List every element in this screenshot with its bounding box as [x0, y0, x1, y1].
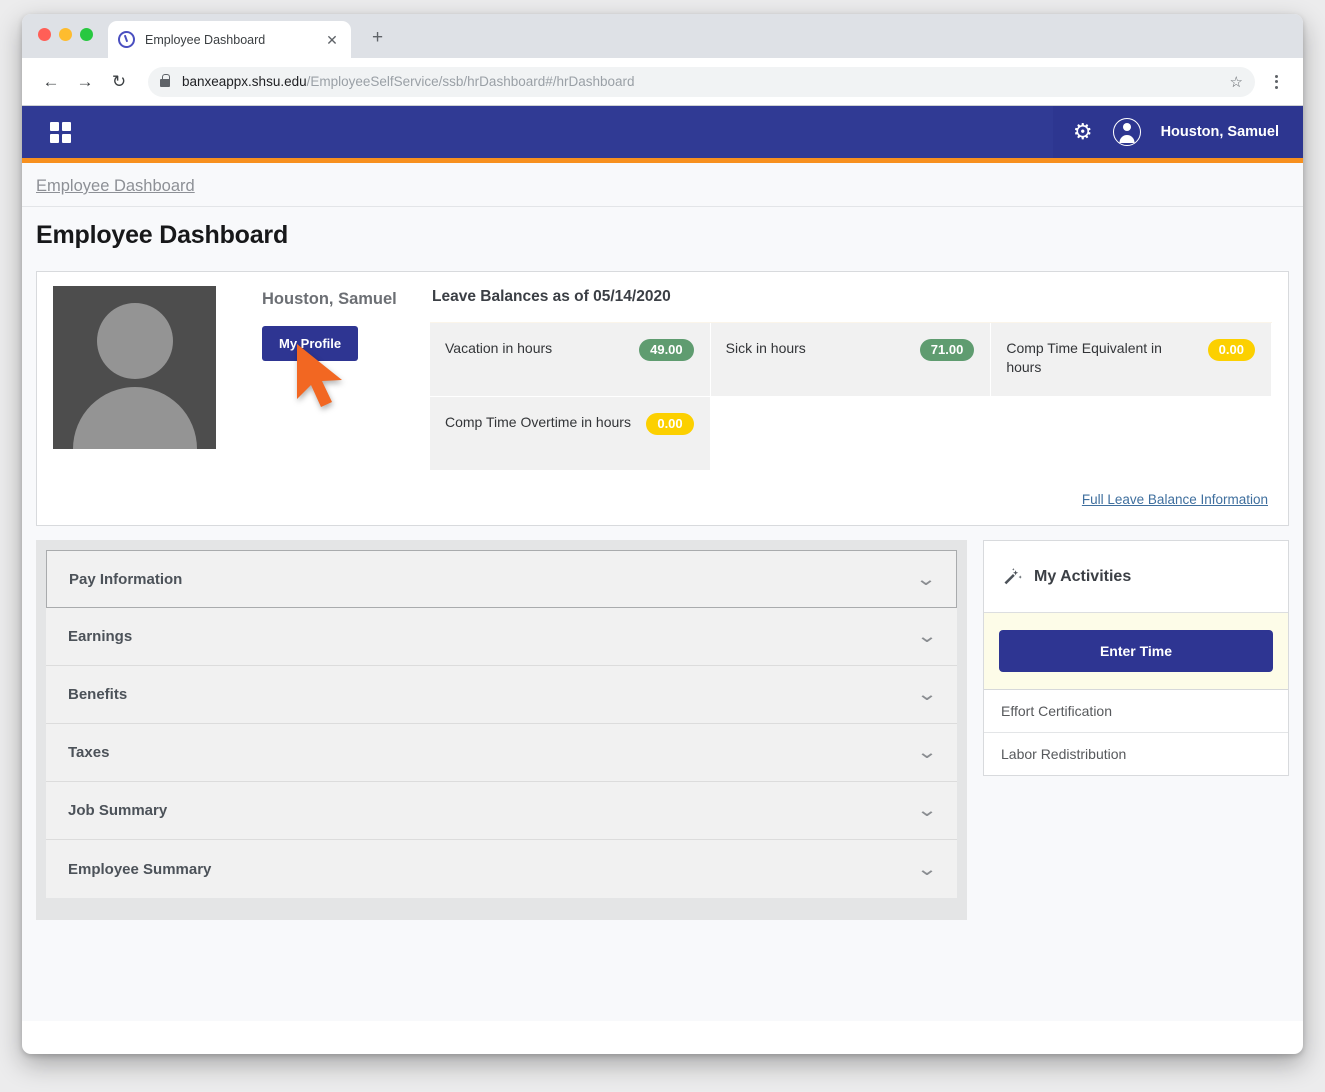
close-tab-icon[interactable]: ✕ [323, 31, 341, 49]
leave-label: Comp Time Equivalent in hours [1006, 339, 1199, 377]
bookmark-star-icon[interactable]: ☆ [1230, 73, 1243, 91]
leave-badge: 0.00 [646, 413, 693, 435]
accordion-item-label: Employee Summary [68, 861, 919, 878]
chevron-down-icon[interactable]: ⌄ [916, 860, 937, 879]
browser-menu-icon[interactable] [1263, 75, 1289, 89]
my-activities-header: My Activities [984, 541, 1288, 613]
avatar-head-shape [97, 303, 173, 379]
accordion-item-label: Job Summary [68, 802, 919, 819]
profile-identity: Houston, Samuel My Profile [216, 286, 424, 511]
address-bar[interactable]: banxeappx.shsu.edu/EmployeeSelfService/s… [148, 67, 1255, 97]
browser-window: Employee Dashboard ✕ + ← → ↻ banxeappx.s… [22, 14, 1303, 1054]
leave-label: Comp Time Overtime in hours [445, 413, 631, 432]
accordion-item-label: Benefits [68, 686, 919, 703]
accordion-item-earnings[interactable]: Earnings ⌄ [46, 608, 957, 666]
accordion-item-label: Earnings [68, 628, 919, 645]
enter-time-container: Enter Time [984, 613, 1288, 690]
accordion-item-benefits[interactable]: Benefits ⌄ [46, 666, 957, 724]
forward-button[interactable]: → [70, 67, 100, 97]
profile-name: Houston, Samuel [262, 290, 424, 309]
leave-badge: 71.00 [920, 339, 975, 361]
leave-cell-empty [711, 397, 992, 471]
leave-link-row: Full Leave Balance Information [430, 471, 1272, 509]
url-text: banxeappx.shsu.edu/EmployeeSelfService/s… [182, 74, 635, 89]
profile-photo [53, 286, 216, 449]
new-tab-button[interactable]: + [372, 28, 383, 47]
back-button[interactable]: ← [36, 67, 66, 97]
leave-badge: 49.00 [639, 339, 694, 361]
leave-cell-empty [991, 397, 1272, 471]
leave-label: Sick in hours [726, 339, 806, 358]
leave-balances-title: Leave Balances as of 05/14/2020 [432, 288, 1272, 306]
chevron-down-icon[interactable]: ⌄ [916, 801, 937, 820]
leave-cell: Comp Time Equivalent in hours 0.00 [991, 323, 1272, 397]
accordion-item-pay-information[interactable]: Pay Information ⌄ [46, 550, 957, 608]
accordion-list: Pay Information ⌄ Earnings ⌄ Benefits ⌄ … [46, 550, 957, 898]
accordion-item-label: Pay Information [69, 571, 918, 588]
leave-cell: Sick in hours 71.00 [711, 323, 992, 397]
breadcrumb-link-employee-dashboard[interactable]: Employee Dashboard [36, 177, 195, 195]
full-leave-balance-link[interactable]: Full Leave Balance Information [1082, 492, 1268, 507]
app-navbar: ⚙ Houston, Samuel [22, 106, 1303, 158]
maximize-window-button[interactable] [80, 28, 93, 41]
url-domain: banxeappx.shsu.edu [182, 74, 307, 89]
chevron-down-icon[interactable]: ⌄ [916, 685, 937, 704]
activity-link-labor-redistribution[interactable]: Labor Redistribution [984, 733, 1288, 775]
tab-title: Employee Dashboard [145, 33, 323, 47]
my-activities-panel: My Activities Enter Time Effort Certific… [983, 540, 1289, 776]
chevron-down-icon[interactable]: ⌄ [916, 627, 937, 646]
app-navbar-right: ⚙ Houston, Samuel [1053, 106, 1303, 158]
page-title: Employee Dashboard [22, 207, 1303, 264]
accordion-item-job-summary[interactable]: Job Summary ⌄ [46, 782, 957, 840]
browser-tab-strip: Employee Dashboard ✕ + [22, 14, 1303, 58]
window-controls[interactable] [38, 28, 93, 41]
chevron-down-icon[interactable]: ⌄ [915, 570, 936, 589]
leave-balances-grid: Vacation in hours 49.00 Sick in hours 71… [430, 322, 1272, 471]
browser-tab[interactable]: Employee Dashboard ✕ [108, 21, 351, 58]
close-window-button[interactable] [38, 28, 51, 41]
minimize-window-button[interactable] [59, 28, 72, 41]
leave-cell: Vacation in hours 49.00 [430, 323, 711, 397]
leave-badge: 0.00 [1208, 339, 1255, 361]
user-avatar-icon[interactable] [1113, 118, 1141, 146]
page-body: Employee Dashboard Employee Dashboard Ho… [22, 163, 1303, 1021]
browser-toolbar: ← → ↻ banxeappx.shsu.edu/EmployeeSelfSer… [22, 58, 1303, 106]
favicon-icon [118, 31, 135, 48]
accordion-item-label: Taxes [68, 744, 919, 761]
reload-button[interactable]: ↻ [104, 67, 134, 97]
breadcrumb: Employee Dashboard [22, 163, 1303, 207]
apps-grid-icon[interactable] [50, 122, 71, 143]
dashboard-lower-region: Pay Information ⌄ Earnings ⌄ Benefits ⌄ … [22, 526, 1303, 920]
accordion-panel: Pay Information ⌄ Earnings ⌄ Benefits ⌄ … [36, 540, 967, 920]
accordion-item-employee-summary[interactable]: Employee Summary ⌄ [46, 840, 957, 898]
url-path: /EmployeeSelfService/ssb/hrDashboard#/hr… [307, 74, 635, 89]
avatar-body-shape [73, 387, 197, 449]
accordion-item-taxes[interactable]: Taxes ⌄ [46, 724, 957, 782]
my-activities-title: My Activities [1034, 568, 1131, 586]
chevron-down-icon[interactable]: ⌄ [916, 743, 937, 762]
leave-label: Vacation in hours [445, 339, 552, 358]
enter-time-button[interactable]: Enter Time [999, 630, 1273, 672]
magic-wand-icon [1002, 567, 1022, 587]
activity-link-effort-certification[interactable]: Effort Certification [984, 690, 1288, 733]
gear-icon[interactable]: ⚙ [1073, 121, 1093, 143]
leave-balances-section: Leave Balances as of 05/14/2020 Vacation… [424, 286, 1272, 511]
profile-card: Houston, Samuel My Profile Leave Balance… [36, 271, 1289, 526]
my-profile-button[interactable]: My Profile [262, 326, 358, 361]
lock-icon [160, 79, 170, 87]
leave-cell: Comp Time Overtime in hours 0.00 [430, 397, 711, 471]
user-name-label[interactable]: Houston, Samuel [1161, 124, 1279, 140]
